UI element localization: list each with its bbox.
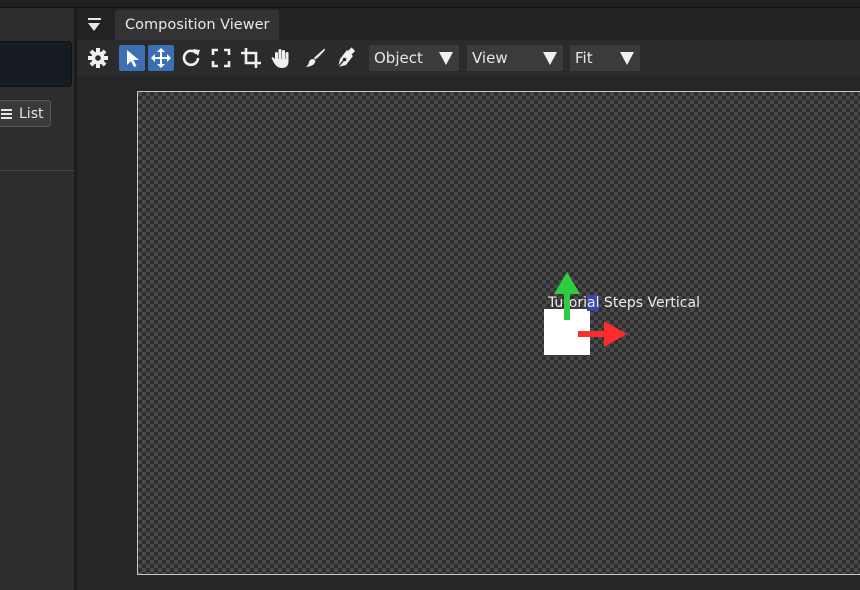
pen-icon[interactable] xyxy=(332,45,358,71)
object-dropdown-value: Object xyxy=(374,49,423,67)
hand-icon[interactable] xyxy=(268,45,294,71)
zoom-dropdown-value: Fit xyxy=(575,49,593,67)
y-axis-gizmo[interactable] xyxy=(553,272,581,320)
rotate-icon[interactable] xyxy=(178,45,204,71)
select-arrow-icon[interactable] xyxy=(119,45,145,71)
list-button-label: List xyxy=(19,105,44,122)
view-dropdown-value: View xyxy=(472,49,508,67)
move-icon[interactable] xyxy=(148,45,174,71)
chevron-down-icon xyxy=(614,45,640,71)
zoom-dropdown[interactable]: Fit xyxy=(569,44,641,72)
left-panel: List xyxy=(0,8,74,590)
list-icon xyxy=(1,107,12,121)
crop-icon[interactable] xyxy=(238,45,264,71)
composition-canvas[interactable]: Tutorial Steps Vertical xyxy=(137,91,860,575)
viewer-toolbar: Object View Fit xyxy=(77,40,860,76)
x-axis-gizmo[interactable] xyxy=(578,320,628,348)
chevron-down-icon xyxy=(537,45,563,71)
tab-composition-viewer[interactable]: Composition Viewer xyxy=(115,10,279,40)
object-dropdown[interactable]: Object xyxy=(368,44,460,72)
list-view-button[interactable]: List xyxy=(0,100,51,127)
tab-title: Composition Viewer xyxy=(125,17,270,33)
left-panel-divider xyxy=(0,170,74,171)
scale-bounds-icon[interactable] xyxy=(208,45,234,71)
chevron-down-icon xyxy=(433,45,459,71)
view-dropdown[interactable]: View xyxy=(466,44,564,72)
composition-viewer-panel: Composition Viewer Object View Fit Tutor… xyxy=(77,8,860,590)
panel-menu-icon[interactable] xyxy=(87,15,103,33)
gear-icon[interactable] xyxy=(85,45,111,71)
left-panel-search-field[interactable] xyxy=(0,41,72,87)
layer-name-suffix: Steps Vertical xyxy=(599,295,700,311)
top-menu-strip xyxy=(0,0,860,8)
layer-name-selected: al xyxy=(587,295,600,311)
brush-icon[interactable] xyxy=(302,45,328,71)
viewport[interactable]: Tutorial Steps Vertical xyxy=(77,76,860,590)
viewer-tab-bar: Composition Viewer xyxy=(77,8,860,40)
